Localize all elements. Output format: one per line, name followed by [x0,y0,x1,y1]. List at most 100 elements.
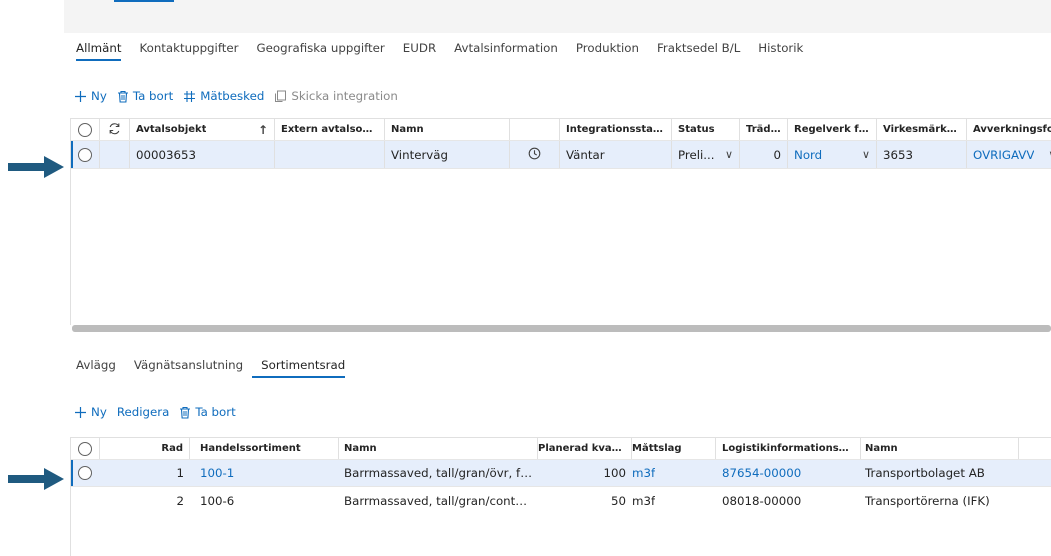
horizontal-scrollbar[interactable] [72,325,1051,332]
header-planerad[interactable]: Planerad kvant... [532,438,632,459]
measure-button[interactable]: Mätbesked [183,89,264,103]
header-regelverk[interactable]: Regelverk för ... [788,119,877,140]
grid-header: Rad Handelssortiment Namn Planerad kvant… [70,438,1051,460]
arrow-right-top-row [8,156,64,178]
row-select-cell[interactable] [70,141,100,168]
clock-icon [528,147,541,163]
row-select-cell[interactable] [70,460,100,486]
tab-vagnatsanslutning[interactable]: Vägnätsanslutning [125,358,252,378]
cell-extern[interactable] [275,141,385,168]
tab-avlagg[interactable]: Avlägg [76,358,125,378]
tab-sortimentsrad[interactable]: Sortimentsrad [252,358,354,378]
table-row[interactable]: 2 100-6 Barrmassaved, tall/gran/contort.… [70,487,1051,514]
main-panel: Allmänt Kontaktuppgifter Geografiska upp… [64,33,1051,556]
sort-up-icon: ↑ [257,122,268,137]
cell-handelssortiment-link[interactable]: 100-1 [194,460,339,486]
cell-namn[interactable]: Barrmassaved, tall/gran/övr, fall... [338,460,538,486]
header-namn[interactable]: Namn [385,119,510,140]
table-row[interactable]: 00003653 Vinterväg Väntar Preli... ∨ 0 No… [70,141,1051,169]
main-tabs: Allmänt Kontaktuppgifter Geografiska upp… [76,41,812,61]
ruler-grid-icon [183,90,196,103]
tab-allmant[interactable]: Allmänt [76,41,130,61]
header-clock-column [510,119,560,140]
cell-namn[interactable]: Vinterväg [385,141,510,168]
header-integrationsstatus[interactable]: Integrationsstatus [560,119,672,140]
header-extern[interactable]: Extern avtalsobjek... [275,119,385,140]
chevron-down-icon: ∨ [1044,148,1051,161]
plus-icon [74,90,87,103]
cell-handelssortiment[interactable]: 100-6 [194,487,339,514]
cell-logistik[interactable]: 08018-00000 [716,487,861,514]
tab-eudr[interactable]: EUDR [394,41,445,61]
header-mattslag[interactable]: Måttslag [626,438,716,459]
chevron-down-icon: ∨ [861,148,870,161]
top-strip [64,0,1051,33]
header-avverkningsform[interactable]: Avverkningsform [967,119,1051,140]
header-virkesmarkning[interactable]: Virkesmärkning [877,119,967,140]
delete-button[interactable]: Ta bort [117,89,173,103]
cell-mattslag-link[interactable]: m3f [626,460,716,486]
chevron-down-icon: ∨ [724,148,733,161]
cell-tradalder[interactable]: 0 [740,141,788,168]
subgrid-left-border [70,437,71,556]
tab-produktion[interactable]: Produktion [567,41,648,61]
tab-kontaktuppgifter[interactable]: Kontaktuppgifter [130,41,247,61]
cell-virkesmarkning[interactable]: 3653 [877,141,967,168]
cell-logistik-link[interactable]: 87654-00000 [716,460,861,486]
cell-namn-2[interactable]: Transportörerna (IFK) [859,487,1029,514]
avtalsobjekt-grid: Avtalsobjekt↑ Extern avtalsobjek... Namn… [70,118,1051,169]
table-row[interactable]: 1 100-1 Barrmassaved, tall/gran/övr, fal… [70,460,1051,487]
row-select-radio[interactable] [77,147,92,162]
cell-planerad[interactable]: 50 [532,487,632,514]
refresh-cell[interactable] [100,119,130,140]
cell-planerad[interactable]: 100 [532,460,632,486]
header-handelssortiment[interactable]: Handelssortiment [194,438,339,459]
new-button[interactable]: Ny [74,89,107,103]
avverkningsform-dropdown[interactable]: OVRIGAVV∨ [967,141,1051,168]
tab-fraktsedel[interactable]: Fraktsedel B/L [648,41,749,61]
cell-rad[interactable]: 1 [100,460,190,486]
row-select-cell[interactable] [70,487,100,514]
sub-tabs: Avlägg Vägnätsanslutning Sortimentsrad [76,358,354,378]
plus-icon [74,406,87,419]
header-status[interactable]: Status [672,119,740,140]
send-integration-button[interactable]: Skicka integration [274,89,398,103]
cell-integrationsstatus: Väntar [560,141,672,168]
trash-icon [117,90,129,103]
header-logistik[interactable]: Logistikinformationsmott... [716,438,861,459]
tab-avtalsinformation[interactable]: Avtalsinformation [445,41,567,61]
grid-left-border [70,118,71,325]
sub-action-bar: Ny Redigera Ta bort [74,405,246,419]
cell-rad[interactable]: 2 [100,487,190,514]
row-select-radio[interactable] [78,466,92,480]
regelverk-dropdown[interactable]: Nord ∨ [788,141,877,168]
header-namn[interactable]: Namn [338,438,538,459]
cell-mattslag[interactable]: m3f [626,487,716,514]
trash-icon [179,406,191,419]
header-tradaldersklass[interactable]: Trädå... [740,119,788,140]
cell-namn[interactable]: Barrmassaved, tall/gran/contort... [338,487,538,514]
refresh-icon[interactable] [108,122,121,138]
tab-historik[interactable]: Historik [749,41,812,61]
cell-namn-2[interactable]: Transportbolaget AB [859,460,1029,486]
sortimentsrad-grid: Rad Handelssortiment Namn Planerad kvant… [70,437,1051,514]
tab-geografiska-uppgifter[interactable]: Geografiska uppgifter [248,41,394,61]
select-all-radio[interactable] [77,122,92,137]
select-all-radio[interactable] [77,441,92,456]
top-action-bar: Ny Ta bort Mätbesked Skicka integration [74,89,408,103]
status-dropdown[interactable]: Preli... ∨ [672,141,740,168]
cell-avtalsobjekt[interactable]: 00003653 [130,141,275,168]
edit-button[interactable]: Redigera [117,405,170,419]
header-avtalsobjekt[interactable]: Avtalsobjekt ↑ [130,119,275,140]
arrow-right-sub-row [8,468,64,490]
top-tab-indicator [114,0,174,2]
select-all-cell[interactable] [70,438,100,459]
row-spacer [100,141,130,168]
sub-delete-button[interactable]: Ta bort [179,405,236,419]
header-namn-2[interactable]: Namn [859,438,1019,459]
sub-new-button[interactable]: Ny [74,405,107,419]
scrollbar-thumb[interactable] [72,325,1051,332]
cell-clock [510,141,560,168]
select-all-cell[interactable] [70,119,100,140]
header-rad[interactable]: Rad [100,438,190,459]
